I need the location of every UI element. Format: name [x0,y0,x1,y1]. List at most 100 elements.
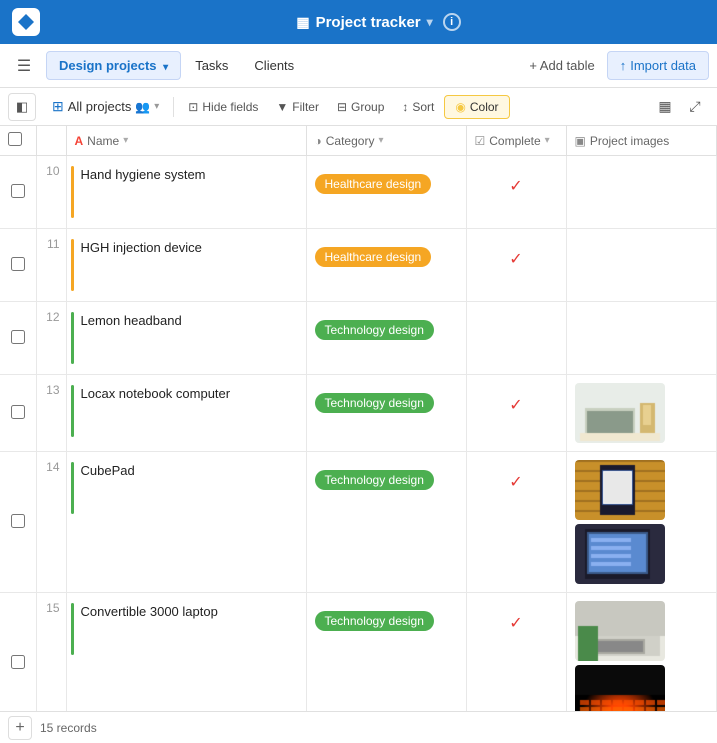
images-header[interactable]: ▣ Project images [566,126,717,156]
color-icon: ◉ [455,100,465,114]
row-complete-cell[interactable]: ✓ [466,156,566,229]
category-header[interactable]: ◑ Category ▾ [306,126,466,156]
expand-icon: ⤢ [689,98,700,115]
row-name-cell[interactable]: HGH injection device [66,229,306,302]
complete-sort-icon: ▾ [545,135,550,146]
category-badge: Technology design [315,470,434,490]
row-checkbox[interactable] [11,514,25,528]
table-row[interactable]: 12Lemon headbandTechnology design [0,302,717,375]
row-checkbox[interactable] [11,655,25,669]
name-header-label: Name [87,134,119,148]
header-dropdown-arrow[interactable]: ▾ [427,15,433,29]
header-title: ▦ Project tracker ▾ i [52,13,705,31]
row-complete-cell[interactable]: ✓ [466,229,566,302]
color-label: Color [470,100,499,114]
select-all-checkbox[interactable] [8,132,22,146]
header-info-icon: i [450,16,453,28]
record-count: 15 records [40,721,97,735]
row-checkbox-cell [0,156,36,229]
row-complete-cell[interactable]: ✓ [466,375,566,452]
row-name-text: Locax notebook computer [81,386,231,401]
sort-button[interactable]: ↕ Sort [394,96,442,118]
row-number-cell: 10 [36,156,66,229]
filter-icon: ▼ [276,100,288,114]
name-header[interactable]: A Name ▾ [66,126,306,156]
import-data-button[interactable]: ↑ Import data [607,51,709,80]
table-row[interactable]: 13Locax notebook computerTechnology desi… [0,375,717,452]
app-logo-icon [18,14,34,30]
row-images-cell[interactable] [566,375,717,452]
table-row[interactable]: 11HGH injection deviceHealthcare design✓ [0,229,717,302]
row-checkbox[interactable] [11,330,25,344]
category-header-icon: ◑ [315,134,322,148]
row-category-cell[interactable]: Technology design [306,375,466,452]
row-category-cell[interactable]: Technology design [306,593,466,712]
category-badge: Technology design [315,611,434,631]
row-checkbox[interactable] [11,405,25,419]
row-category-cell[interactable]: Technology design [306,452,466,593]
checkbox-header [0,126,36,156]
filter-button[interactable]: ▼ Filter [268,96,327,118]
tab-design-projects[interactable]: Design projects ▾ [46,51,181,80]
view-divider [173,97,174,117]
header-info-button[interactable]: i [443,13,461,31]
row-name-cell[interactable]: CubePad [66,452,306,593]
add-row-icon: + [15,719,24,737]
sidebar-toggle[interactable]: ◧ [8,93,36,121]
view-arrow-icon: ▾ [154,101,159,112]
expand-button[interactable]: ⤢ [681,93,709,121]
row-images-cell[interactable] [566,452,717,593]
table-row[interactable]: 15Convertible 3000 laptop Technology desi… [0,593,717,712]
view-name-label: All projects [68,99,132,114]
nav-bar: ☰ Design projects ▾ Tasks Clients + Add … [0,44,717,88]
bottom-bar: + 15 records [0,711,717,743]
row-checkbox[interactable] [11,257,25,271]
row-checkbox-cell [0,375,36,452]
row-complete-cell[interactable] [466,302,566,375]
row-images-cell[interactable] [566,302,717,375]
row-number-cell: 15 [36,593,66,712]
row-complete-cell[interactable]: ✓ [466,452,566,593]
row-images-cell[interactable] [566,229,717,302]
hamburger-menu[interactable]: ☰ [8,50,40,82]
tab-tasks[interactable]: Tasks [183,52,240,79]
complete-checkmark: ✓ [509,397,522,414]
hide-fields-button[interactable]: ⊡ Hide fields [180,96,266,118]
group-button[interactable]: ⊟ Group [329,96,392,118]
add-table-label: + Add table [529,58,594,73]
row-name-cell[interactable]: Locax notebook computer [66,375,306,452]
add-table-button[interactable]: + Add table [519,52,604,79]
row-color-bar [71,603,74,655]
row-category-cell[interactable]: Healthcare design [306,156,466,229]
row-category-cell[interactable]: Technology design [306,302,466,375]
row-name-cell[interactable]: Hand hygiene system [66,156,306,229]
category-badge: Healthcare design [315,174,432,194]
table-row[interactable]: 14CubePadTechnology design✓ [0,452,717,593]
category-badge: Healthcare design [315,247,432,267]
row-name-cell[interactable]: Lemon headband [66,302,306,375]
complete-header[interactable]: ☑ Complete ▾ [466,126,566,156]
row-checkbox[interactable] [11,184,25,198]
view-name-button[interactable]: ⊞ All projects 👥 ▾ [44,94,167,119]
row-category-cell[interactable]: Healthcare design [306,229,466,302]
tab-clients-label: Clients [254,58,294,73]
row-images-cell[interactable] [566,593,717,712]
complete-checkmark: ✓ [509,474,522,491]
complete-header-label: Complete [489,134,540,148]
tab-clients[interactable]: Clients [242,52,306,79]
row-num-header [36,126,66,156]
row-color-bar [71,312,74,364]
row-complete-cell[interactable]: ✓ [466,593,566,712]
color-button[interactable]: ◉ Color [444,95,509,119]
table-row[interactable]: 10Hand hygiene system Healthcare design ✓ [0,156,717,229]
row-images-cell[interactable] [566,156,717,229]
tab-design-projects-arrow: ▾ [163,62,168,73]
row-color-bar [71,166,74,218]
add-row-button[interactable]: + [8,716,32,740]
complete-checkmark: ✓ [509,178,522,195]
sidebar-toggle-icon: ◧ [16,99,28,115]
row-name-cell[interactable]: Convertible 3000 laptop [66,593,306,712]
row-color-bar [71,385,74,437]
gallery-view-button[interactable]: ▦ [651,93,679,121]
project-image-thumb [575,665,665,711]
